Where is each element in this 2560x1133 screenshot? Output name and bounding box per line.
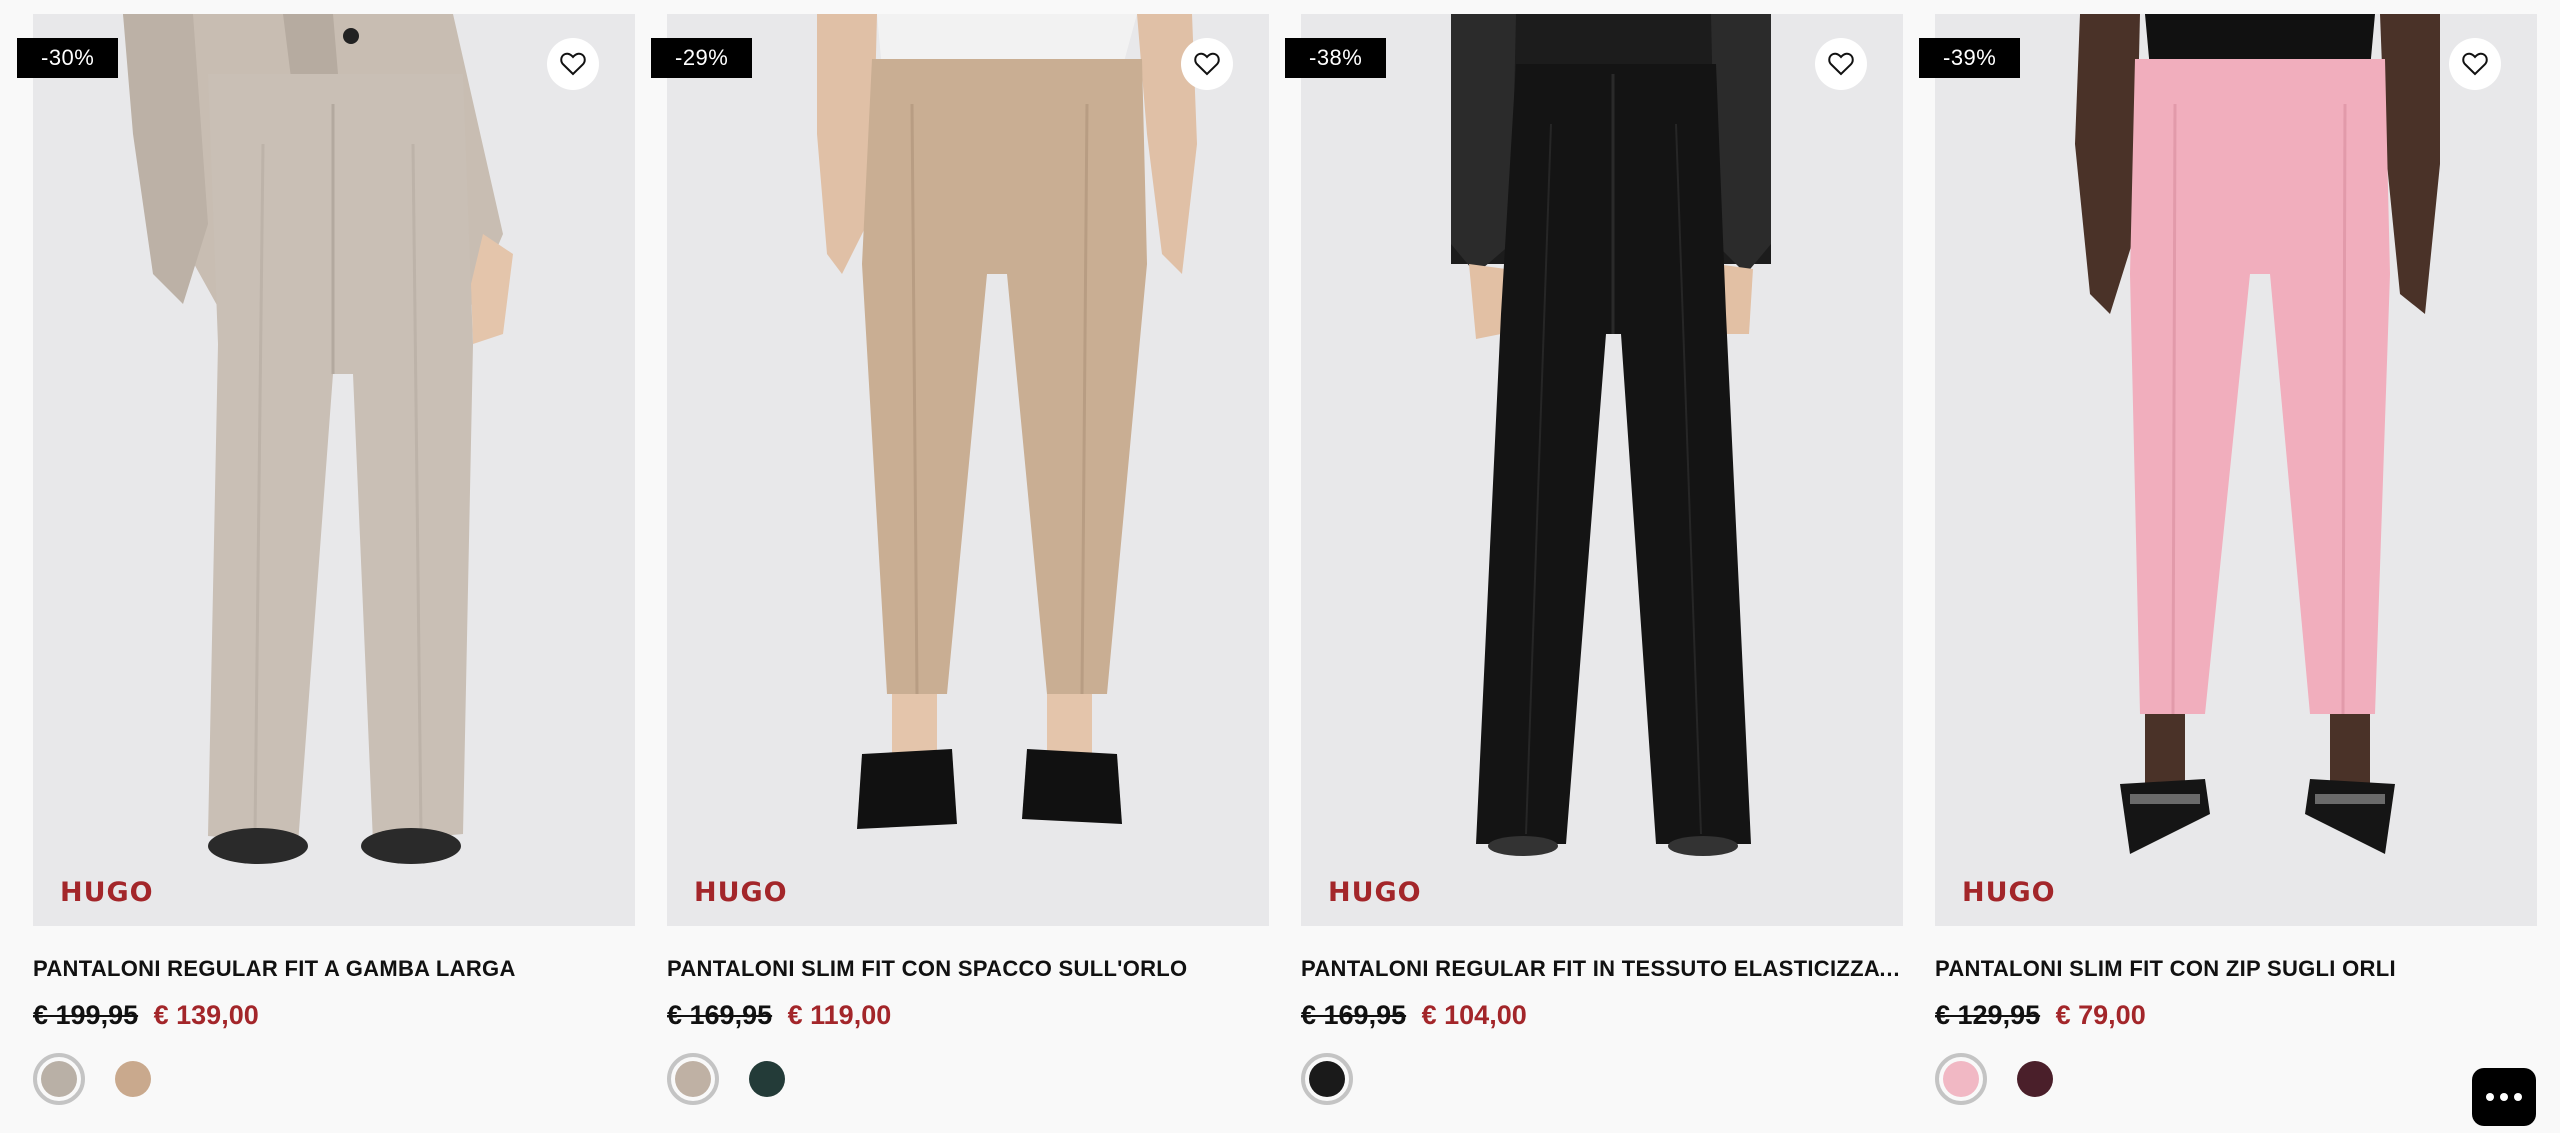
- heart-outline-icon: [2462, 52, 2488, 76]
- color-swatches: [667, 1053, 793, 1105]
- color-swatch[interactable]: [1301, 1053, 1353, 1105]
- swatch-color: [41, 1061, 77, 1097]
- color-swatch[interactable]: [107, 1053, 159, 1105]
- product-title[interactable]: PANTALONI REGULAR FIT A GAMBA LARGA: [33, 956, 635, 982]
- product-photo: [1935, 14, 2537, 926]
- color-swatch[interactable]: [741, 1053, 793, 1105]
- chat-dots-icon: [2514, 1093, 2522, 1101]
- product-title[interactable]: PANTALONI REGULAR FIT IN TESSUTO ELASTIC…: [1301, 956, 1903, 982]
- wishlist-button[interactable]: [1815, 38, 1867, 90]
- swatch-color: [749, 1061, 785, 1097]
- brand-logo: HUGO: [1962, 877, 2056, 908]
- discount-badge: -30%: [17, 38, 119, 78]
- color-swatch[interactable]: [2009, 1053, 2061, 1105]
- heart-outline-icon: [560, 52, 586, 76]
- product-card[interactable]: HUGO -29% PANTALONI SLIM FIT CON SPACCO …: [651, 0, 1269, 1133]
- color-swatch[interactable]: [1935, 1053, 1987, 1105]
- heart-outline-icon: [1828, 52, 1854, 76]
- color-swatch[interactable]: [33, 1053, 85, 1105]
- price-row: € 199,95 € 139,00: [33, 1000, 259, 1031]
- swatch-color: [675, 1061, 711, 1097]
- original-price: € 169,95: [1301, 1000, 1407, 1030]
- swatch-color: [1943, 1061, 1979, 1097]
- product-image[interactable]: HUGO: [33, 14, 635, 926]
- brand-logo: HUGO: [60, 877, 154, 908]
- product-title[interactable]: PANTALONI SLIM FIT CON ZIP SUGLI ORLI: [1935, 956, 2537, 982]
- product-image[interactable]: HUGO: [1301, 14, 1903, 926]
- chat-dots-icon: [2500, 1093, 2508, 1101]
- swatch-color: [2017, 1061, 2053, 1097]
- swatch-color: [115, 1061, 151, 1097]
- product-title[interactable]: PANTALONI SLIM FIT CON SPACCO SULL'ORLO: [667, 956, 1269, 982]
- original-price: € 129,95: [1935, 1000, 2041, 1030]
- swatch-color: [1309, 1061, 1345, 1097]
- color-swatch[interactable]: [667, 1053, 719, 1105]
- color-swatches: [1935, 1053, 2061, 1105]
- sale-price: € 104,00: [1421, 1000, 1527, 1030]
- wishlist-button[interactable]: [2449, 38, 2501, 90]
- product-card[interactable]: HUGO -30% PANTALONI REGULAR FIT A GAMBA …: [17, 0, 635, 1133]
- product-grid: HUGO -30% PANTALONI REGULAR FIT A GAMBA …: [17, 0, 2537, 1133]
- brand-logo: HUGO: [1328, 877, 1422, 908]
- sale-price: € 79,00: [2055, 1000, 2146, 1030]
- price-row: € 169,95 € 104,00: [1301, 1000, 1527, 1031]
- discount-badge: -39%: [1919, 38, 2021, 78]
- wishlist-button[interactable]: [1181, 38, 1233, 90]
- product-photo: [33, 14, 635, 926]
- product-photo: [1301, 14, 1903, 926]
- price-row: € 129,95 € 79,00: [1935, 1000, 2146, 1031]
- heart-outline-icon: [1194, 52, 1220, 76]
- discount-badge: -29%: [651, 38, 753, 78]
- chat-button[interactable]: [2472, 1068, 2536, 1126]
- price-row: € 169,95 € 119,00: [667, 1000, 891, 1031]
- color-swatches: [33, 1053, 159, 1105]
- sale-price: € 139,00: [153, 1000, 259, 1030]
- sale-price: € 119,00: [787, 1000, 892, 1030]
- chat-dots-icon: [2486, 1093, 2494, 1101]
- product-photo: [667, 14, 1269, 926]
- product-card[interactable]: HUGO -38% PANTALONI REGULAR FIT IN TESSU…: [1285, 0, 1903, 1133]
- brand-logo: HUGO: [694, 877, 788, 908]
- wishlist-button[interactable]: [547, 38, 599, 90]
- discount-badge: -38%: [1285, 38, 1387, 78]
- original-price: € 199,95: [33, 1000, 139, 1030]
- original-price: € 169,95: [667, 1000, 773, 1030]
- product-image[interactable]: HUGO: [1935, 14, 2537, 926]
- product-card[interactable]: HUGO -39% PANTALONI SLIM FIT CON ZIP SUG…: [1919, 0, 2537, 1133]
- color-swatches: [1301, 1053, 1353, 1105]
- product-image[interactable]: HUGO: [667, 14, 1269, 926]
